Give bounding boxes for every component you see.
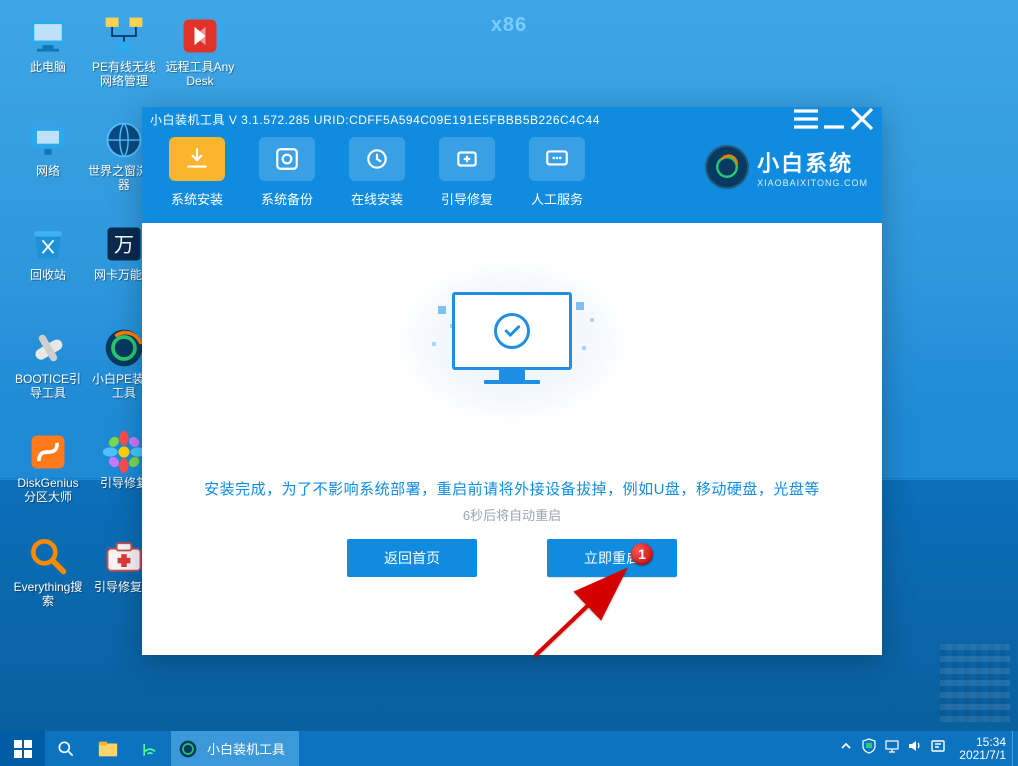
desktop-background: x86 此电脑网络回收站 BOOTICE引导工具 DiskGenius分区大师 Eve… bbox=[0, 0, 1018, 766]
taskbar-wifi[interactable] bbox=[129, 731, 171, 766]
desktop-icon-label: Everything搜索 bbox=[12, 580, 84, 608]
desktop-icon-pc[interactable]: 此电脑 bbox=[10, 8, 86, 112]
toolbar: 系统安装 系统备份 在线安装 引导修复 人工服务 小白系统 XIAOBAIXITONG.… bbox=[142, 131, 882, 223]
wan-icon: 万 bbox=[102, 222, 146, 266]
backup-icon bbox=[259, 137, 315, 181]
brand-logo-icon bbox=[705, 145, 749, 189]
tab-chat[interactable]: 人工服务 bbox=[512, 137, 602, 208]
pe-net-icon bbox=[102, 14, 146, 58]
titlebar: 小白装机工具 V 3.1.572.285 URID:CDFF5A594C09E1… bbox=[142, 107, 882, 131]
annotation-arrow bbox=[526, 567, 656, 662]
app-window: 小白装机工具 V 3.1.572.285 URID:CDFF5A594C09E1… bbox=[142, 107, 882, 655]
pc-icon bbox=[26, 14, 70, 58]
watermark-block bbox=[940, 644, 1010, 722]
completion-message: 安装完成，为了不影响系统部署，重启前请将外接设备拔掉，例如U盘，移动硬盘，光盘等 bbox=[142, 478, 882, 499]
recycle-icon bbox=[26, 222, 70, 266]
taskbar: 小白装机工具 15:34 2021/7/1 bbox=[0, 731, 1018, 766]
minimize-button[interactable] bbox=[820, 109, 848, 129]
everything-icon bbox=[26, 534, 70, 578]
content-area: 安装完成，为了不影响系统部署，重启前请将外接设备拔掉，例如U盘，移动硬盘，光盘等… bbox=[142, 223, 882, 655]
desktop-icon-bootice[interactable]: BOOTICE引导工具 bbox=[10, 320, 86, 424]
chat-icon bbox=[529, 137, 585, 181]
watermark-text: x86 bbox=[491, 14, 527, 37]
system-tray: 15:34 2021/7/1 bbox=[838, 731, 1012, 766]
tray-chevron-icon[interactable] bbox=[838, 738, 854, 759]
brand-domain: XIAOBAIXITONG.COM bbox=[757, 178, 868, 188]
success-illustration bbox=[392, 257, 632, 427]
desktop-icon-label: BOOTICE引导工具 bbox=[12, 372, 84, 400]
flower-icon bbox=[102, 430, 146, 474]
xiaobai-icon bbox=[102, 326, 146, 370]
tab-label: 系统安装 bbox=[171, 189, 223, 208]
tab-install[interactable]: 系统安装 bbox=[152, 137, 242, 208]
desktop-icon-label: 回收站 bbox=[12, 268, 84, 282]
tab-label: 引导修复 bbox=[441, 189, 493, 208]
desktop-icon-everything[interactable]: Everything搜索 bbox=[10, 528, 86, 632]
clock-time: 15:34 bbox=[959, 736, 1006, 749]
desktop-icon-label: PE有线无线网络管理 bbox=[88, 60, 160, 88]
taskbar-search[interactable] bbox=[45, 731, 87, 766]
taskbar-app-xiaobai[interactable]: 小白装机工具 bbox=[171, 731, 299, 766]
desktop-icon-pe-net[interactable]: PE有线无线网络管理 bbox=[86, 8, 162, 112]
online-icon bbox=[349, 137, 405, 181]
tray-volume-icon[interactable] bbox=[907, 738, 923, 759]
desktop-icon-label: 网络 bbox=[12, 164, 84, 178]
window-title: 小白装机工具 V 3.1.572.285 URID:CDFF5A594C09E1… bbox=[150, 111, 792, 128]
tray-ime-icon[interactable] bbox=[930, 738, 946, 759]
taskbar-app-label: 小白装机工具 bbox=[207, 739, 285, 758]
annotation-marker-1: 1 bbox=[631, 543, 653, 565]
show-desktop-button[interactable] bbox=[1012, 731, 1018, 766]
tab-label: 在线安装 bbox=[351, 189, 403, 208]
taskbar-clock[interactable]: 15:34 2021/7/1 bbox=[959, 736, 1006, 762]
desktop-icon-network[interactable]: 网络 bbox=[10, 112, 86, 216]
desktop-icon-recycle[interactable]: 回收站 bbox=[10, 216, 86, 320]
checkmark-icon bbox=[494, 313, 530, 349]
desktop-icon-label: DiskGenius分区大师 bbox=[12, 476, 84, 504]
clock-date: 2021/7/1 bbox=[959, 749, 1006, 762]
firstaid-icon bbox=[102, 534, 146, 578]
brand: 小白系统 XIAOBAIXITONG.COM bbox=[705, 145, 868, 189]
tray-network-icon[interactable] bbox=[884, 738, 900, 759]
desktop-icon-anydesk[interactable]: 远程工具AnyDesk bbox=[162, 8, 238, 112]
tab-label: 系统备份 bbox=[261, 189, 313, 208]
menu-button[interactable] bbox=[792, 109, 820, 129]
install-icon bbox=[169, 137, 225, 181]
network-icon bbox=[26, 118, 70, 162]
svg-text:万: 万 bbox=[114, 234, 134, 256]
desktop-icon-label: 远程工具AnyDesk bbox=[164, 60, 236, 88]
boot-icon bbox=[439, 137, 495, 181]
tab-boot[interactable]: 引导修复 bbox=[422, 137, 512, 208]
countdown-text: 6秒后将自动重启 bbox=[142, 505, 882, 524]
diskgenius-icon bbox=[26, 430, 70, 474]
anydesk-icon bbox=[178, 14, 222, 58]
tab-label: 人工服务 bbox=[531, 189, 583, 208]
tab-backup[interactable]: 系统备份 bbox=[242, 137, 332, 208]
brand-name: 小白系统 bbox=[757, 146, 868, 178]
taskbar-file-explorer[interactable] bbox=[87, 731, 129, 766]
tray-security-icon[interactable] bbox=[861, 738, 877, 759]
browser-icon bbox=[102, 118, 146, 162]
desktop-icon-label: 此电脑 bbox=[12, 60, 84, 74]
bootice-icon bbox=[26, 326, 70, 370]
tab-online[interactable]: 在线安装 bbox=[332, 137, 422, 208]
close-button[interactable] bbox=[848, 109, 876, 129]
start-button[interactable] bbox=[0, 731, 45, 766]
back-home-button[interactable]: 返回首页 bbox=[347, 539, 477, 577]
desktop-icon-diskgenius[interactable]: DiskGenius分区大师 bbox=[10, 424, 86, 528]
